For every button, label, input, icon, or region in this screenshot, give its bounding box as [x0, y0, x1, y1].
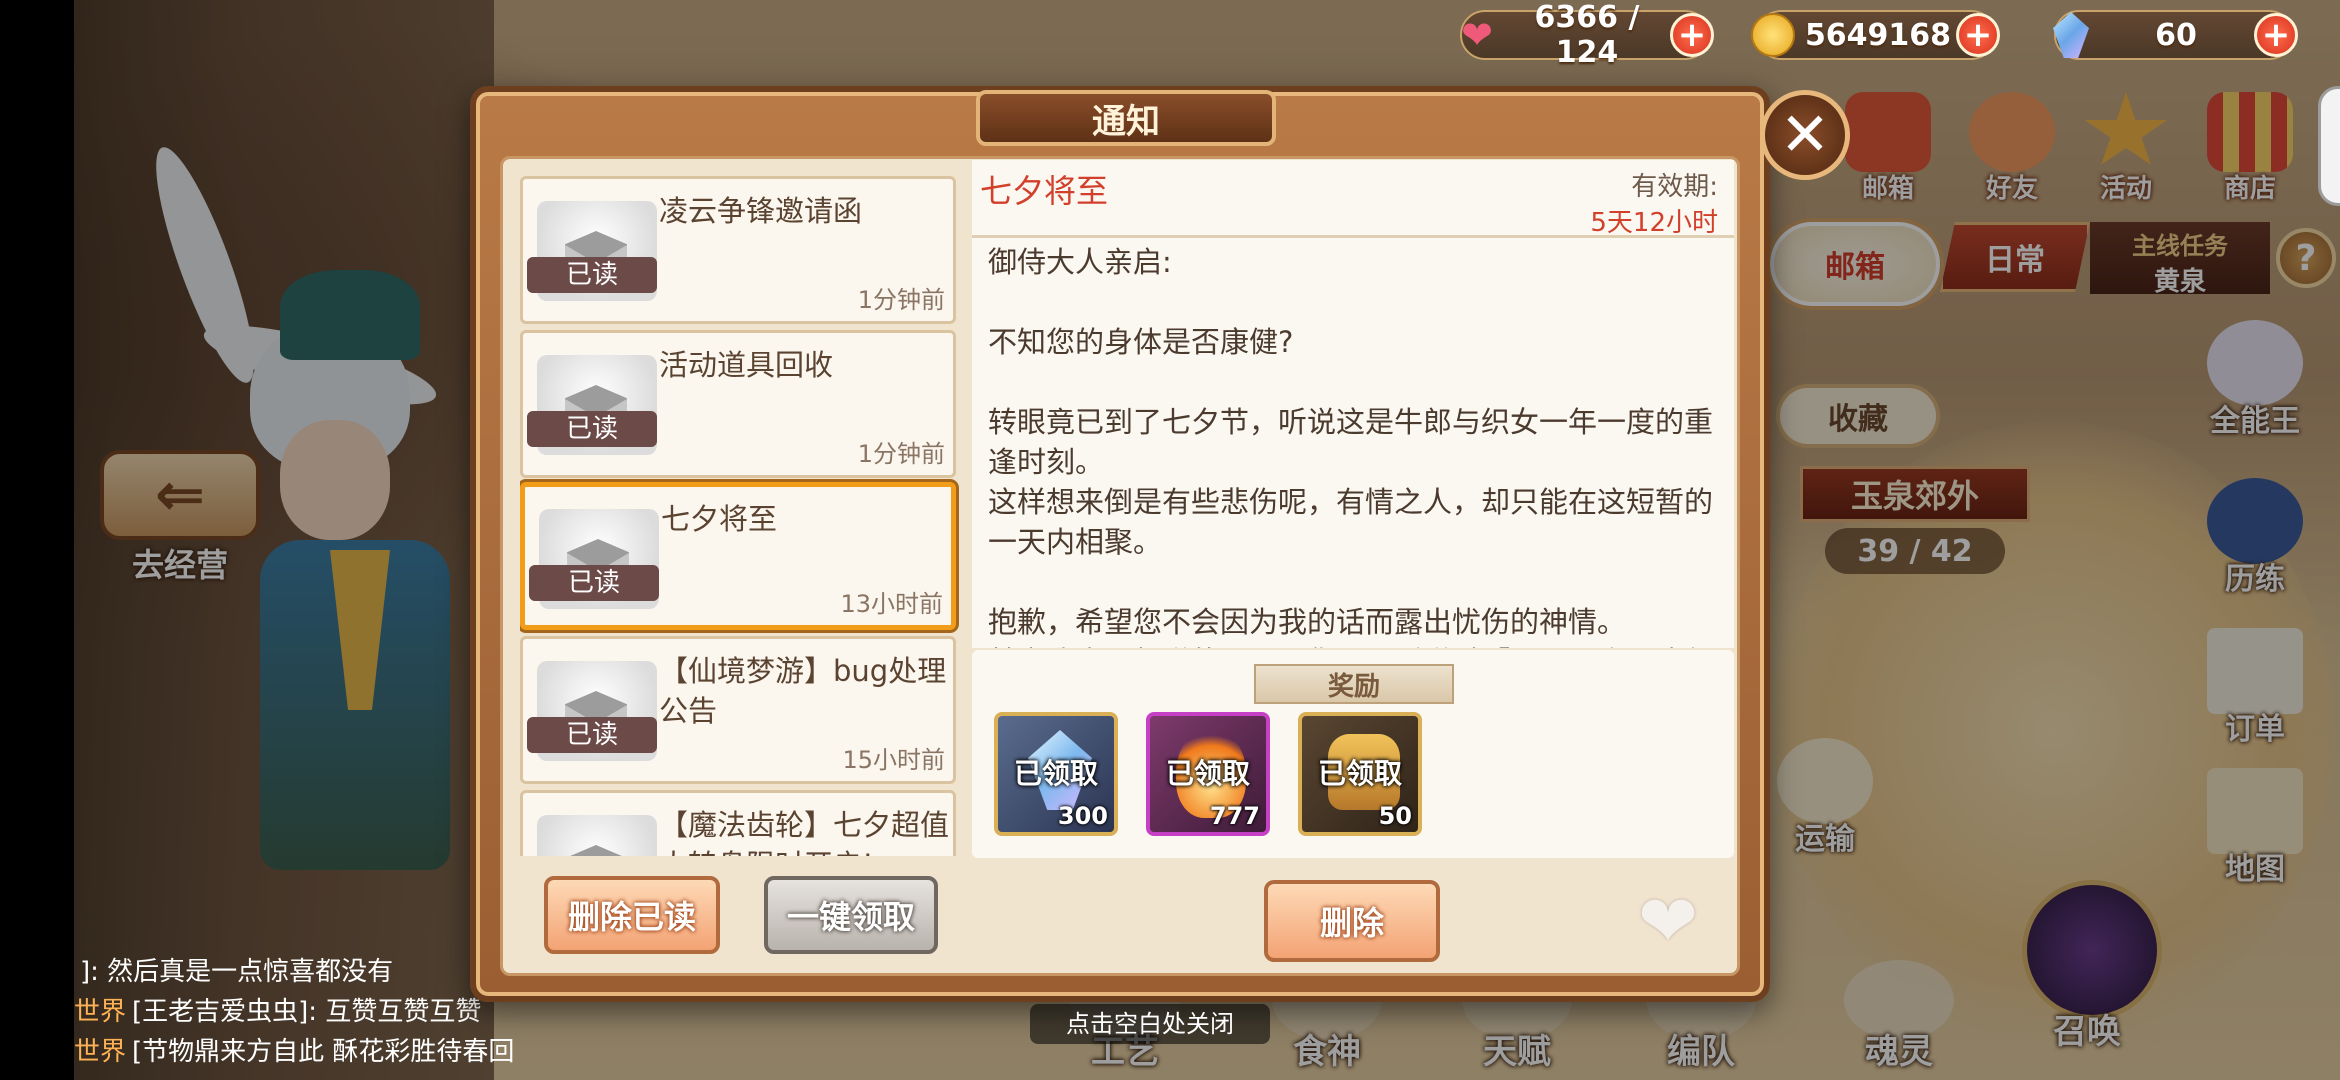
gold-value: 5649168 [1804, 17, 1952, 53]
favorite-heart-icon[interactable]: ❤ [1630, 885, 1706, 957]
mail-detail-header: 七夕将至 有效期: 5天12小时 [972, 160, 1734, 238]
heart-icon: ❤ [1461, 13, 1493, 57]
mail-time: 13小时前 [840, 590, 943, 618]
reward-panel: 奖励 已领取 300 已领取 777 已领取 50 [972, 650, 1734, 858]
mail-subject: 七夕将至 [661, 502, 778, 536]
opened-envelope-icon [537, 815, 657, 856]
mail-list[interactable]: 已读 凌云争锋邀请函 1分钟前 已读 活动道具回收 1分钟前 已读 七夕将至 1… [520, 176, 960, 856]
chat-channel: 世界 [74, 1037, 127, 1067]
add-stamina-button[interactable]: + [1670, 13, 1714, 57]
mail-list-item-selected[interactable]: 已读 七夕将至 13小时前 [520, 482, 956, 630]
chat-text: [王老吉爱虫虫]: 互赞互赞互赞 [132, 997, 482, 1027]
mail-subject: 【仙境梦游】bug处理公告 [659, 654, 947, 728]
mail-time: 1分钟前 [857, 286, 945, 314]
read-status-badge: 已读 [529, 565, 659, 601]
mail-detail-body[interactable]: 御侍大人亲启: 不知您的身体是否康健? 转眼竟已到了七夕节，听说这是牛郎与织女一… [972, 238, 1734, 648]
stamina-counter: ❤ 6366 / 124 + [1460, 0, 1714, 70]
claimed-label: 已领取 [1013, 757, 1098, 790]
mail-detail-title: 七夕将至 [980, 172, 1109, 210]
mail-list-item[interactable]: 已读 【仙境梦游】bug处理公告 15小时前 [520, 636, 956, 784]
claim-all-button[interactable]: 一键领取 [764, 876, 938, 954]
mail-subject: 【魔法齿轮】七夕超值大转盘限时开启! [659, 808, 950, 856]
read-status-badge: 已读 [527, 257, 657, 293]
reward-title: 奖励 [1254, 664, 1454, 704]
gold-counter: 5649168 + [1751, 10, 2000, 60]
mail-time: 1分钟前 [857, 440, 945, 468]
gold-coin-icon [1746, 8, 1800, 62]
side-drawer-handle[interactable] [2318, 86, 2340, 206]
chat-text: [节物鼎来方自此 酥花彩胜待春回 [132, 1037, 515, 1067]
chat-row: 世界 [节物鼎来方自此 酥花彩胜待春回 [74, 1032, 584, 1072]
read-status-badge: 已读 [527, 717, 657, 753]
claimed-label: 已领取 [1165, 757, 1250, 790]
stamina-value: 6366 / 124 [1534, 0, 1640, 70]
add-crystal-button[interactable]: + [2254, 13, 2298, 57]
reward-item[interactable]: 已领取 300 [994, 712, 1118, 836]
mail-list-item[interactable]: 已读 凌云争锋邀请函 1分钟前 [520, 176, 956, 324]
crystal-counter: 60 + [2053, 10, 2298, 60]
tap-to-close-hint: 点击空白处关闭 [1030, 1004, 1270, 1044]
reward-quantity: 300 [1057, 802, 1108, 830]
reward-item[interactable]: 已领取 777 [1146, 712, 1270, 836]
crystal-value: 60 [2155, 17, 2197, 53]
validity-label: 有效期: [1631, 172, 1718, 202]
reward-quantity: 50 [1378, 802, 1412, 830]
dialog-title: 通知 [976, 90, 1276, 146]
mail-body-text: 御侍大人亲启: 不知您的身体是否康健? 转眼竟已到了七夕节，听说这是牛郎与织女一… [988, 245, 1714, 648]
delete-mail-button[interactable]: 删除 [1264, 880, 1440, 962]
reward-quantity: 777 [1209, 802, 1260, 830]
mail-subject: 活动道具回收 [659, 348, 834, 382]
validity-value: 5天12小时 [1590, 208, 1718, 238]
mail-subject: 凌云争锋邀请函 [659, 194, 863, 228]
crystal-icon [2044, 8, 2098, 62]
chat-text: ]: 然后真是一点惊喜都没有 [80, 957, 394, 987]
close-icon[interactable]: ✕ [1760, 90, 1850, 180]
mail-list-item[interactable]: 【魔法齿轮】七夕超值大转盘限时开启! [520, 790, 956, 856]
mail-list-item[interactable]: 已读 活动道具回收 1分钟前 [520, 330, 956, 478]
read-status-badge: 已读 [527, 411, 657, 447]
reward-item[interactable]: 已领取 50 [1298, 712, 1422, 836]
mail-time: 15小时前 [842, 746, 945, 774]
chat-channel: 世界 [74, 997, 127, 1027]
add-gold-button[interactable]: + [1956, 13, 2000, 57]
claimed-label: 已领取 [1317, 757, 1402, 790]
delete-read-button[interactable]: 删除已读 [544, 876, 720, 954]
